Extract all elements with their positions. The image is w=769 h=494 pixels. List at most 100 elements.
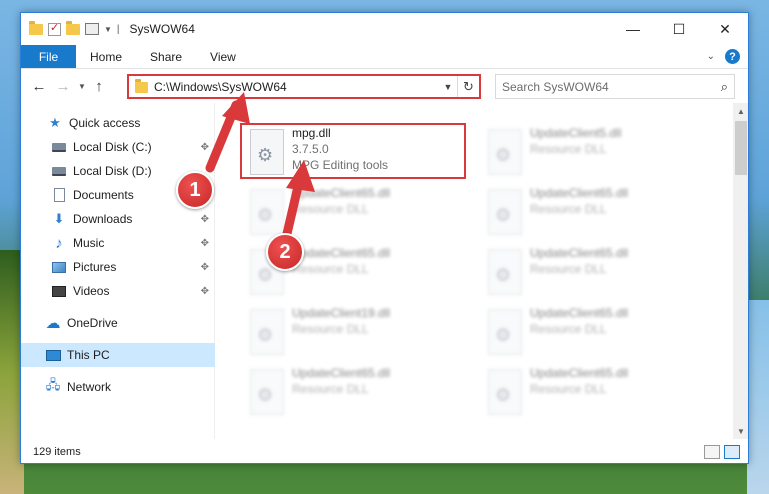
quick-access-toolbar: ▼ |: [21, 20, 120, 36]
sidebar-item-local-disk-c[interactable]: Local Disk (C:) ✥: [21, 135, 215, 159]
sidebar-item-downloads[interactable]: Downloads ✥: [21, 207, 215, 231]
pin-icon[interactable]: ✥: [201, 142, 209, 153]
tiles-view-icon[interactable]: [724, 445, 740, 459]
dll-file-icon: [488, 309, 522, 355]
file-type: Resource DLL: [530, 262, 607, 276]
sidebar-item-label: Quick access: [69, 116, 141, 130]
pin-icon[interactable]: ✥: [201, 214, 209, 225]
customize-toolbar-icon[interactable]: [85, 23, 99, 35]
file-item[interactable]: UpdateClient65.dll Resource DLL: [478, 243, 706, 299]
window-title: SysWOW64: [129, 22, 195, 36]
file-name: UpdateClient19.dll: [292, 306, 391, 320]
sidebar-item-label: Videos: [73, 284, 110, 298]
sidebar-item-label: This PC: [67, 348, 110, 362]
tab-share[interactable]: Share: [136, 45, 196, 68]
refresh-button[interactable]: ↻: [457, 76, 479, 97]
pin-icon[interactable]: ✥: [201, 262, 209, 273]
sidebar-item-quick-access[interactable]: Quick access: [21, 111, 215, 135]
sidebar-item-label: Music: [73, 236, 105, 250]
explorer-window: ▼ | SysWOW64 — ☐ ✕ File Home Share View …: [20, 12, 749, 464]
tab-home[interactable]: Home: [76, 45, 136, 68]
dll-file-icon: [488, 369, 522, 415]
drive-icon: [52, 166, 66, 176]
vertical-scrollbar[interactable]: ▲ ▼: [733, 103, 748, 439]
search-icon[interactable]: ⌕: [721, 79, 728, 95]
sidebar-item-label: Pictures: [73, 260, 117, 274]
file-name: UpdateClient65.dll: [530, 366, 629, 380]
address-dropdown-button[interactable]: ▼: [439, 82, 457, 92]
sidebar-item-pictures[interactable]: Pictures ✥: [21, 255, 215, 279]
dll-file-icon: [488, 189, 522, 235]
drive-icon: [52, 142, 66, 152]
pictures-icon: [52, 261, 66, 273]
back-button[interactable]: ←: [27, 78, 51, 95]
help-icon[interactable]: ?: [725, 49, 740, 64]
file-name: UpdateClient65.dll: [292, 186, 391, 200]
title-bar: ▼ | SysWOW64 — ☐ ✕: [21, 13, 748, 45]
up-button[interactable]: ↑: [89, 78, 109, 95]
desktop-background-right: [747, 300, 769, 494]
file-item[interactable]: UpdateClient65.dll Resource DLL: [240, 183, 468, 239]
pin-icon[interactable]: ✥: [201, 286, 209, 297]
pc-icon: [45, 349, 61, 361]
file-item[interactable]: UpdateClient19.dll Resource DLL: [240, 303, 468, 359]
file-type: Resource DLL: [292, 202, 369, 216]
file-item[interactable]: UpdateClient65.dll Resource DLL: [240, 363, 468, 419]
address-path[interactable]: C:\Windows\SysWOW64: [154, 80, 287, 94]
toolbar-dropdown-icon[interactable]: ▼: [104, 25, 112, 34]
file-name: UpdateClient65.dll: [530, 306, 629, 320]
sidebar-item-this-pc[interactable]: This PC: [21, 343, 215, 367]
step-marker-2: 2: [266, 233, 304, 271]
sidebar-item-label: Network: [67, 380, 112, 394]
item-count: 129 items: [33, 446, 81, 458]
scroll-thumb[interactable]: [735, 121, 747, 175]
details-view-icon[interactable]: [704, 445, 720, 459]
tab-view[interactable]: View: [196, 45, 250, 68]
address-folder-icon: [135, 79, 148, 93]
sidebar-item-videos[interactable]: Videos ✥: [21, 279, 215, 303]
file-name: UpdateClient65.dll: [530, 186, 629, 200]
close-button[interactable]: ✕: [702, 13, 748, 45]
minimize-button[interactable]: —: [610, 13, 656, 45]
file-name: UpdateClient65.dll: [530, 246, 629, 260]
sidebar-item-onedrive[interactable]: OneDrive: [21, 311, 215, 335]
file-name: UpdateClient5.dll: [530, 126, 622, 140]
properties-check-icon[interactable]: [48, 21, 61, 36]
address-row: ← → ▼ ↑ C:\Windows\SysWOW64 ▼ ↻ ⌕: [21, 69, 748, 103]
file-list: mpg.dll 3.7.5.0 MPG Editing tools Update…: [216, 103, 734, 439]
search-box[interactable]: ⌕: [495, 74, 735, 99]
address-bar[interactable]: C:\Windows\SysWOW64 ▼ ↻: [127, 74, 481, 99]
file-item[interactable]: UpdateClient5.dll Resource DLL: [478, 123, 706, 179]
recent-locations-button[interactable]: ▼: [75, 82, 89, 91]
forward-button[interactable]: →: [51, 78, 75, 95]
search-input[interactable]: [502, 79, 702, 94]
dll-file-icon: [488, 129, 522, 175]
scroll-down-icon[interactable]: ▼: [733, 423, 748, 439]
sidebar-item-label: Downloads: [73, 212, 133, 226]
sidebar-item-network[interactable]: Network: [21, 375, 215, 399]
new-folder-icon[interactable]: [66, 20, 80, 35]
sidebar-item-music[interactable]: Music ✥: [21, 231, 215, 255]
file-item[interactable]: UpdateClient65.dll Resource DLL: [478, 363, 706, 419]
dll-file-icon: [250, 189, 284, 235]
expand-ribbon-icon[interactable]: ⌄: [707, 51, 715, 62]
window-controls: — ☐ ✕: [610, 13, 748, 45]
maximize-button[interactable]: ☐: [656, 13, 702, 45]
view-toggle: [704, 445, 748, 459]
file-type: Resource DLL: [530, 202, 607, 216]
sidebar-item-label: Documents: [73, 188, 134, 202]
star-icon: [47, 116, 63, 130]
file-item[interactable]: UpdateClient65.dll Resource DLL: [478, 183, 706, 239]
tab-file[interactable]: File: [21, 45, 76, 68]
ribbon-right: ⌄ ?: [707, 45, 748, 68]
toolbar-separator-icon: |: [116, 23, 120, 35]
scroll-up-icon[interactable]: ▲: [733, 103, 748, 119]
sidebar-item-label: OneDrive: [67, 316, 118, 330]
pin-icon[interactable]: ✥: [201, 238, 209, 249]
folder-icon: [29, 20, 43, 35]
file-type: Resource DLL: [292, 322, 369, 336]
dll-file-icon: [250, 309, 284, 355]
file-item[interactable]: UpdateClient65.dll Resource DLL: [478, 303, 706, 359]
file-name: UpdateClient65.dll: [292, 246, 391, 260]
file-name: UpdateClient65.dll: [292, 366, 391, 380]
